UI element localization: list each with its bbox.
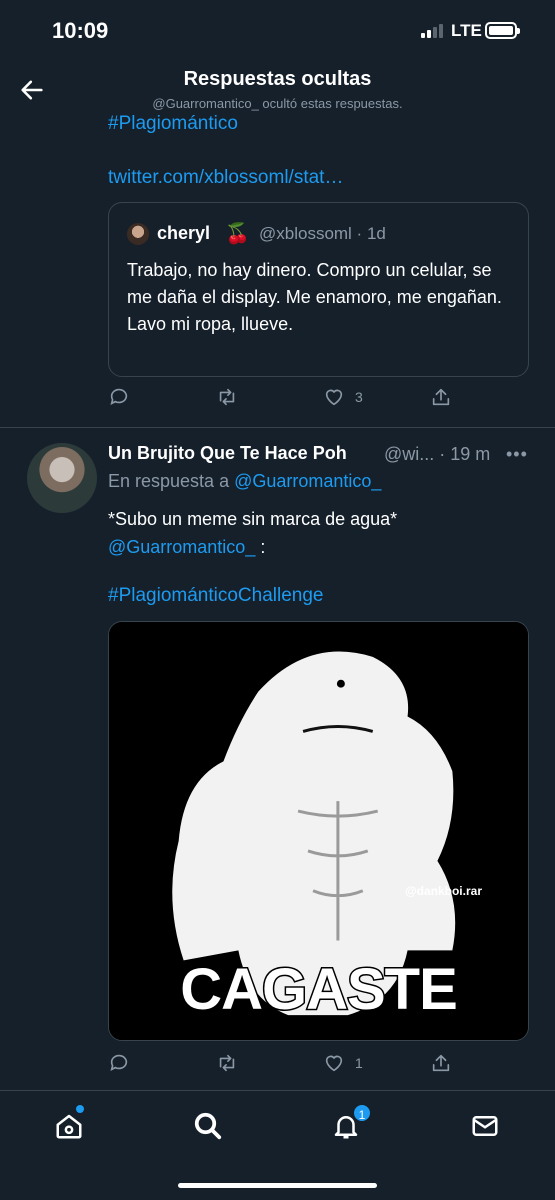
like-button[interactable]: 3 [323,386,363,408]
reply-icon [110,1054,128,1071]
meme-caption: CAGASTE [179,956,460,1024]
tweet-text: *Subo un meme sin marca de agua* @Guarro… [108,505,528,561]
mail-icon [472,1116,498,1136]
mention-link[interactable]: @Guarromantico_ [108,537,255,557]
battery-icon [485,22,520,39]
home-unread-dot [76,1105,84,1113]
status-time: 10:09 [52,18,109,43]
home-indicator[interactable] [178,1183,377,1188]
share-button[interactable] [430,386,452,408]
page-header: Respuestas ocultas @Guarromantico_ ocult… [0,62,555,112]
notifications-badge: 1 [352,1103,372,1123]
tweet-author-handle: @wi... · 19 m [384,444,491,464]
reply-button[interactable] [108,386,130,408]
avatar[interactable] [27,443,97,513]
tweet-actions: 1 [108,1052,458,1080]
status-bar: 10:09 LTE [0,0,555,62]
like-button[interactable]: 1 [323,1052,363,1074]
tweet-text-line: *Subo un meme sin marca de agua* [108,509,398,529]
tweet-url-link[interactable]: twitter.com/xblossoml/stat… [108,167,343,189]
quoted-tweet-text: Trabajo, no hay dinero. Compro un celula… [127,260,502,334]
nav-messages[interactable] [470,1111,500,1141]
tweet-actions: 3 [108,386,458,414]
hashtag-link[interactable]: #PlagiománticoChallenge [108,585,323,607]
avatar [127,223,149,245]
nav-home[interactable] [54,1111,84,1141]
quoted-author-name: cheryl [157,223,211,243]
like-count: 3 [355,389,363,405]
home-icon [56,1114,82,1139]
page-title: Respuestas ocultas [183,68,372,90]
reply-prefix: En respuesta a [108,471,235,491]
heart-icon [325,1055,343,1072]
nav-search[interactable] [193,1111,223,1141]
signal-icon [421,24,443,38]
share-button[interactable] [430,1052,452,1074]
network-label: LTE [451,21,482,40]
tweet-text-suffix: : [255,537,266,557]
reply-icon [110,388,128,405]
media-watermark: @dankboi.rar [404,884,482,898]
hashtag-link[interactable]: #Plagiomántico [108,113,238,135]
share-icon [432,1054,450,1072]
retweet-button[interactable] [216,1052,238,1074]
cherry-emoji: 🍒 [225,223,250,245]
page-subtitle: @Guarromantico_ ocultó estas respuestas. [152,96,403,111]
search-icon [194,1112,222,1140]
reply-button[interactable] [108,1052,130,1074]
quoted-tweet[interactable]: cheryl 🍒 @xblossoml · 1d Trabajo, no hay… [108,202,529,377]
reply-context: En respuesta a @Guarromantico_ [108,471,381,492]
more-options-icon[interactable]: ••• [506,444,528,465]
retweet-icon [219,1054,235,1072]
tweet-media-image[interactable]: @dankboi.rar CAGASTE [108,621,529,1041]
retweet-button[interactable] [216,386,238,408]
retweet-icon [219,388,235,406]
reply-mention-link[interactable]: @Guarromantico_ [234,471,381,491]
heart-icon [325,389,343,406]
share-icon [432,388,450,406]
like-count: 1 [355,1055,363,1071]
divider [0,427,555,428]
quoted-author-handle: @xblossoml · 1d [259,224,386,243]
tweet-author-name[interactable]: Un Brujito Que Te Hace Poh [108,443,347,464]
